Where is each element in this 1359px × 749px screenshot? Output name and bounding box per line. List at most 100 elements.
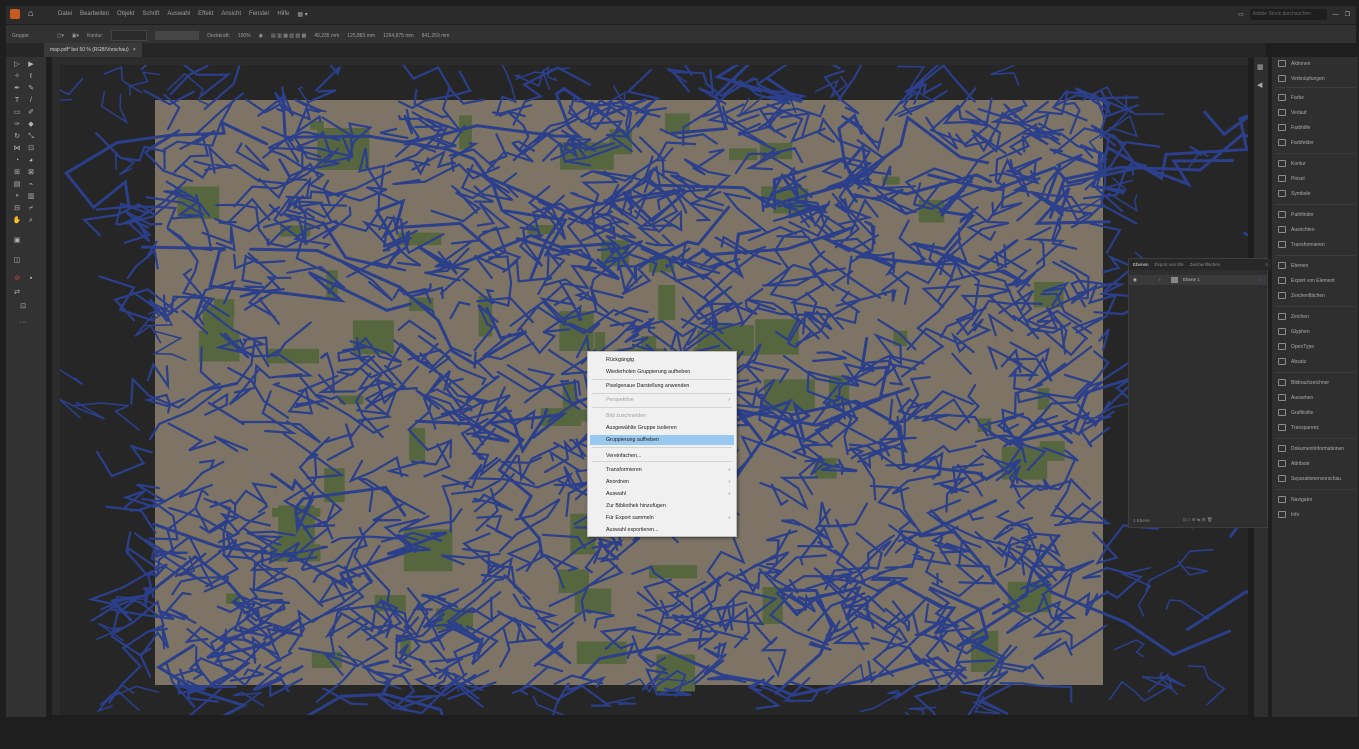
paintbrush-tool-icon[interactable]: ✐ [26, 109, 36, 117]
panel-item-brush[interactable]: Pinsel [1278, 175, 1305, 182]
eyedropper-tool-icon[interactable]: ⌁ [26, 181, 36, 189]
slice-tool-icon[interactable]: ⌿ [26, 205, 36, 213]
context-menu-item[interactable]: Vereinfachen... [590, 451, 734, 461]
edit-toolbar-icon[interactable]: ⊡ [18, 303, 28, 311]
layer-row[interactable]: ◉ › Ebene 1 ○ [1129, 275, 1267, 285]
context-menu-item[interactable]: Pixelgenaue Darstellung anwenden [590, 381, 734, 391]
panel-item-transparency[interactable]: Transparenz [1278, 424, 1319, 431]
context-menu-item[interactable]: Gruppierung aufheben [590, 435, 734, 445]
context-menu-item[interactable]: Auswahl exportieren... [590, 525, 734, 535]
home-icon[interactable]: ⌂ [28, 8, 33, 18]
y-field[interactable]: 125,883 mm [347, 33, 375, 39]
visibility-eye-icon[interactable]: ◉ [1133, 277, 1137, 283]
recolor-icon[interactable]: ◉ [259, 33, 263, 39]
panel-item-character[interactable]: Zeichen [1278, 313, 1309, 320]
context-menu-item[interactable]: Wiederholen Gruppierung aufheben [590, 367, 734, 377]
hand-tool-icon[interactable]: ✋ [12, 217, 22, 225]
width-tool-icon[interactable]: ⋈ [12, 145, 22, 153]
gradient-tool-icon[interactable]: ▤ [12, 181, 22, 189]
magic-wand-tool-icon[interactable]: ✧ [12, 73, 22, 81]
drawing-mode-icon[interactable]: ◫ [12, 257, 22, 265]
document-tab[interactable]: map.pdf* bei 50 % (RGB/Vorschau) × [44, 43, 142, 57]
panel-menu-icon[interactable]: ≡ [1265, 259, 1271, 270]
panel-item-color-guide[interactable]: Farbhilfe [1278, 124, 1310, 131]
panel-item-image-trace[interactable]: Bildnachzeichner [1278, 379, 1329, 386]
menu-auswahl[interactable]: Auswahl [167, 11, 190, 18]
panel-item-play[interactable]: Aktionen [1278, 60, 1310, 67]
close-tab-icon[interactable]: × [133, 47, 136, 53]
opacity-value[interactable]: 100% [238, 33, 251, 39]
vertical-ruler[interactable] [52, 65, 60, 715]
menu-schrift[interactable]: Schrift [142, 11, 159, 18]
line-tool-icon[interactable]: / [26, 97, 36, 105]
color-mode-icon[interactable]: ⊘ [12, 275, 22, 283]
zoom-tool-icon[interactable]: ⌕ [26, 217, 36, 225]
panel-item-swatches[interactable]: Farbfelder [1278, 139, 1314, 146]
panel-item-transform[interactable]: Transformieren [1278, 241, 1325, 248]
menu-bearbeiten[interactable]: Bearbeiten [80, 11, 109, 18]
minimize-icon[interactable]: — [1333, 12, 1339, 18]
lasso-tool-icon[interactable]: ℓ [26, 73, 36, 81]
mesh-tool-icon[interactable]: ⊠ [26, 169, 36, 177]
maximize-icon[interactable]: ❐ [1345, 11, 1350, 18]
menu-effekt[interactable]: Effekt [198, 11, 213, 18]
panel-item-document-info[interactable]: Dokumentinformationen [1278, 445, 1344, 452]
blend-tool-icon[interactable]: ⚬ [12, 193, 22, 201]
panel-item-appearance[interactable]: Aussehen [1278, 394, 1313, 401]
panel-item-artboards[interactable]: Zeichenflächen [1278, 292, 1325, 299]
type-tool-icon[interactable]: T [12, 97, 22, 105]
none-color-icon[interactable]: ▪ [26, 275, 36, 283]
context-menu-item[interactable]: Auswahl › [590, 489, 734, 499]
rectangle-tool-icon[interactable]: ▭ [12, 109, 22, 117]
panel-item-separations[interactable]: Separationenvorschau [1278, 475, 1341, 482]
panel-item-paragraph[interactable]: Absatz [1278, 358, 1306, 365]
expand-layer-icon[interactable]: › [1159, 277, 1161, 282]
panel-item-opentype[interactable]: OpenType [1278, 343, 1314, 350]
context-menu-item[interactable]: Transformieren › [590, 465, 734, 475]
pen-tool-icon[interactable]: ✒ [12, 85, 22, 93]
artboard-tool-icon[interactable]: ⊟ [12, 205, 22, 213]
context-menu-item[interactable]: Zur Bibliothek hinzufügen [590, 501, 734, 511]
w-field[interactable]: 1264,875 mm [383, 33, 414, 39]
panel-item-pathfinder[interactable]: Pathfinder [1278, 211, 1314, 218]
tab-artboards[interactable]: Zeichenflächen [1190, 259, 1221, 270]
panel-item-graphic-styles[interactable]: Grafikstile [1278, 409, 1313, 416]
context-menu-item[interactable]: Anordnen › [590, 477, 734, 487]
live-paint-tool-icon[interactable]: ◕ [26, 157, 36, 165]
shape-builder-tool-icon[interactable]: ◔ [12, 157, 22, 165]
libraries-icon[interactable]: ▦ [1257, 63, 1264, 71]
direct-selection-tool-icon[interactable]: ▶ [26, 61, 36, 69]
menu-fenster[interactable]: Fenster [249, 11, 269, 18]
tab-asset-export[interactable]: Export von Ele [1155, 259, 1184, 270]
menu-objekt[interactable]: Objekt [117, 11, 134, 18]
perspective-grid-tool-icon[interactable]: ⊞ [12, 169, 22, 177]
context-menu-item[interactable]: Rückgängig [590, 355, 734, 365]
context-menu-item[interactable]: Ausgewählte Gruppe isolieren [590, 423, 734, 433]
graph-tool-icon[interactable]: ▥ [26, 193, 36, 201]
align-buttons[interactable]: ▤ ▥ ▦ ▧ ▨ ▩ [271, 33, 306, 39]
stock-search-input[interactable]: Adobe Stock durchsuchen [1249, 9, 1327, 20]
free-transform-tool-icon[interactable]: ⊡ [26, 145, 36, 153]
panel-item-stroke[interactable]: Kontur [1278, 160, 1306, 167]
selection-tool-icon[interactable]: ▷ [12, 61, 22, 69]
panel-item-link[interactable]: Verknüpfungen [1278, 75, 1325, 82]
panel-item-align[interactable]: Ausrichten [1278, 226, 1315, 233]
context-menu-item[interactable]: Für Export sammeln › [590, 513, 734, 523]
variable-width-profile[interactable] [155, 31, 200, 40]
panel-item-attributes[interactable]: Attribute [1278, 460, 1310, 467]
x-field[interactable]: 40,235 mm [314, 33, 339, 39]
fill-stroke-icon[interactable]: ▣ [12, 237, 22, 245]
layer-target-icon[interactable]: ○ [1258, 277, 1261, 282]
tab-layers[interactable]: Ebenen [1133, 259, 1149, 270]
panel-item-palette[interactable]: Farbe [1278, 94, 1304, 101]
layer-name[interactable]: Ebene 1 [1183, 277, 1200, 282]
workspace-switcher-icon[interactable]: ▦ ▾ [297, 11, 307, 18]
rotate-tool-icon[interactable]: ↻ [12, 133, 22, 141]
panel-item-layers[interactable]: Ebenen [1278, 262, 1308, 269]
menu-ansicht[interactable]: Ansicht [221, 11, 241, 18]
panel-item-gradient[interactable]: Verlauf [1278, 109, 1307, 116]
stroke-swatch[interactable]: ▣▾ [72, 33, 79, 39]
screen-mode-icon[interactable]: ⇄ [12, 289, 22, 297]
menu-datei[interactable]: Datei [58, 11, 72, 18]
layer-action-icons[interactable]: ⊡ ⌕ ⊕ ⇆ ⊞ 🗑 [1183, 517, 1213, 523]
